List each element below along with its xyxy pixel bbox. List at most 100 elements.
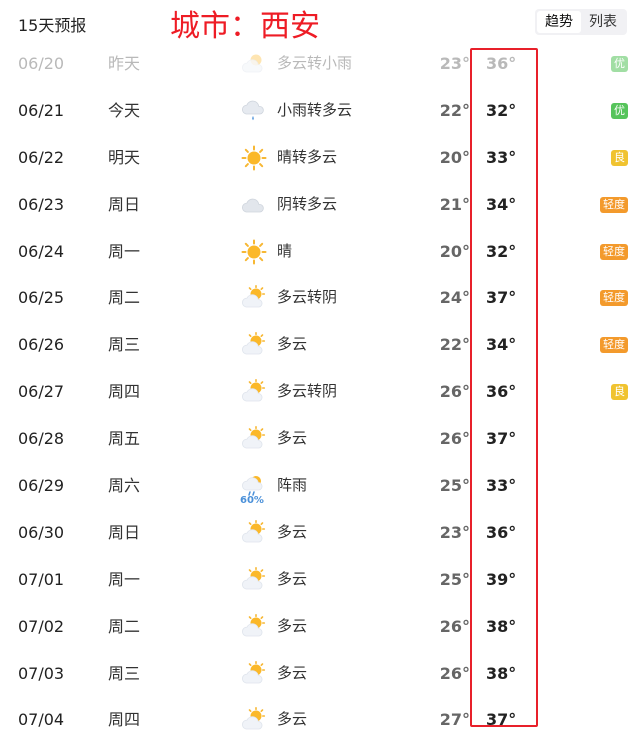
high-temp: 38°	[486, 663, 517, 683]
forecast-day-label: 周二	[108, 288, 141, 308]
high-temp: 38°	[486, 616, 517, 636]
high-temp: 33°	[486, 476, 517, 496]
high-temp: 37°	[486, 288, 517, 308]
forecast-day-label: 周三	[108, 663, 141, 683]
forecast-row[interactable]: 07/04 周四 多云 27° 37°	[0, 696, 640, 743]
cloudy-light-rain-icon	[241, 51, 267, 77]
forecast-day-label: 周六	[108, 476, 141, 496]
partly-cloudy-icon	[241, 285, 267, 311]
weather-condition: 阵雨	[277, 476, 308, 495]
weather-condition: 多云转阴	[277, 288, 338, 307]
high-temp: 34°	[486, 335, 517, 355]
forecast-row[interactable]: 07/02 周二 多云 26° 38°	[0, 603, 640, 650]
aqi-badge: 良	[611, 149, 628, 166]
low-temp: 20°	[439, 147, 470, 167]
forecast-date: 06/29	[18, 476, 65, 496]
high-temp: 36°	[486, 522, 517, 542]
forecast-list: 06/20 昨天 多云转小雨 23° 36° 优 06/21 今天 小雨转多云 22° 32° 优 06…	[0, 40, 640, 743]
high-temp: 36°	[486, 54, 517, 73]
forecast-row[interactable]: 06/26 周三 多云 22° 34° 轻度	[0, 321, 640, 368]
weather-condition: 多云	[277, 335, 308, 354]
forecast-day-label: 周三	[108, 335, 141, 355]
partly-cloudy-icon	[241, 660, 267, 687]
forecast-row[interactable]: 06/29 周六 60% 阵雨 25° 33°	[0, 462, 640, 509]
forecast-date: 06/22	[18, 147, 65, 167]
forecast-row[interactable]: 06/24 周一 晴 20° 32° 轻度	[0, 228, 640, 275]
aqi-badge: 轻度	[600, 196, 628, 213]
forecast-day-label: 周日	[108, 194, 141, 214]
forecast-date: 06/24	[18, 241, 65, 261]
low-temp: 26°	[439, 382, 470, 402]
overcast-icon	[241, 192, 267, 218]
weather-condition: 小雨转多云	[277, 100, 353, 119]
forecast-day-label: 周四	[108, 382, 141, 402]
aqi-badge: 轻度	[600, 290, 628, 307]
low-temp: 23°	[439, 54, 470, 73]
view-toggle: 趋势 列表	[535, 9, 627, 35]
low-temp: 26°	[439, 616, 470, 636]
forecast-day-label: 昨天	[108, 54, 141, 73]
forecast-row[interactable]: 06/22 明天 晴转多云 20° 33° 良	[0, 134, 640, 181]
forecast-day-label: 周四	[108, 710, 141, 730]
forecast-day-label: 周一	[108, 241, 141, 261]
forecast-date: 07/03	[18, 663, 65, 683]
partly-cloudy-icon	[241, 332, 267, 358]
partly-cloudy-icon	[241, 379, 267, 405]
high-temp: 33°	[486, 147, 517, 167]
weather-condition: 多云	[277, 663, 308, 682]
partly-cloudy-icon	[241, 566, 267, 593]
high-temp: 34°	[486, 194, 517, 214]
weather-condition: 多云	[277, 616, 308, 635]
forecast-day-label: 今天	[108, 100, 141, 120]
forecast-row[interactable]: 06/30 周日 多云 23° 36°	[0, 509, 640, 556]
forecast-row[interactable]: 06/28 周五 多云 26° 37°	[0, 415, 640, 462]
forecast-day-label: 明天	[108, 147, 141, 167]
forecast-date: 06/21	[18, 100, 65, 120]
forecast-row[interactable]: 06/23 周日 阴转多云 21° 34° 轻度	[0, 181, 640, 228]
tab-trend[interactable]: 趋势	[537, 11, 581, 33]
weather-condition: 晴	[277, 241, 293, 260]
forecast-row[interactable]: 07/01 周一 多云 25° 39°	[0, 556, 640, 603]
high-temp: 32°	[486, 100, 517, 120]
forecast-date: 06/26	[18, 335, 65, 355]
city-annotation: 城市：西安	[170, 9, 320, 44]
weather-condition: 多云	[277, 710, 308, 729]
tab-list[interactable]: 列表	[581, 11, 625, 33]
partly-cloudy-icon	[241, 426, 267, 452]
aqi-badge: 优	[611, 56, 628, 72]
forecast-row[interactable]: 06/21 今天 小雨转多云 22° 32° 优	[0, 87, 640, 134]
low-temp: 20°	[439, 241, 470, 261]
low-temp: 25°	[439, 476, 470, 496]
light-rain-icon	[241, 98, 267, 124]
forecast-day-label: 周一	[108, 569, 141, 589]
low-temp: 26°	[439, 429, 470, 449]
weather-condition: 多云转阴	[277, 382, 338, 401]
low-temp: 21°	[439, 194, 470, 214]
forecast-row[interactable]: 07/03 周三 多云 26° 38°	[0, 650, 640, 697]
page-title: 15天预报	[18, 16, 87, 35]
partly-cloudy-icon	[241, 519, 267, 546]
aqi-badge: 优	[611, 102, 628, 119]
weather-condition: 多云	[277, 522, 308, 541]
sunny-icon	[241, 145, 267, 171]
high-temp: 39°	[486, 569, 517, 589]
forecast-date: 06/23	[18, 194, 65, 214]
forecast-date: 07/02	[18, 616, 65, 636]
high-temp: 37°	[486, 429, 517, 449]
partly-cloudy-icon	[241, 613, 267, 640]
high-temp: 36°	[486, 382, 517, 402]
low-temp: 24°	[439, 288, 470, 308]
forecast-date: 07/01	[18, 569, 65, 589]
low-temp: 26°	[439, 663, 470, 683]
forecast-row[interactable]: 06/20 昨天 多云转小雨 23° 36° 优	[0, 40, 640, 87]
high-temp: 37°	[486, 710, 517, 730]
forecast-row[interactable]: 06/25 周二 多云转阴 24° 37° 轻度	[0, 274, 640, 321]
forecast-date: 06/25	[18, 288, 65, 308]
forecast-date: 07/04	[18, 710, 65, 730]
low-temp: 22°	[439, 335, 470, 355]
low-temp: 27°	[439, 710, 470, 730]
weather-condition: 多云	[277, 569, 308, 588]
forecast-row[interactable]: 06/27 周四 多云转阴 26° 36° 良	[0, 368, 640, 415]
aqi-badge: 轻度	[600, 243, 628, 260]
forecast-date: 06/28	[18, 429, 65, 449]
